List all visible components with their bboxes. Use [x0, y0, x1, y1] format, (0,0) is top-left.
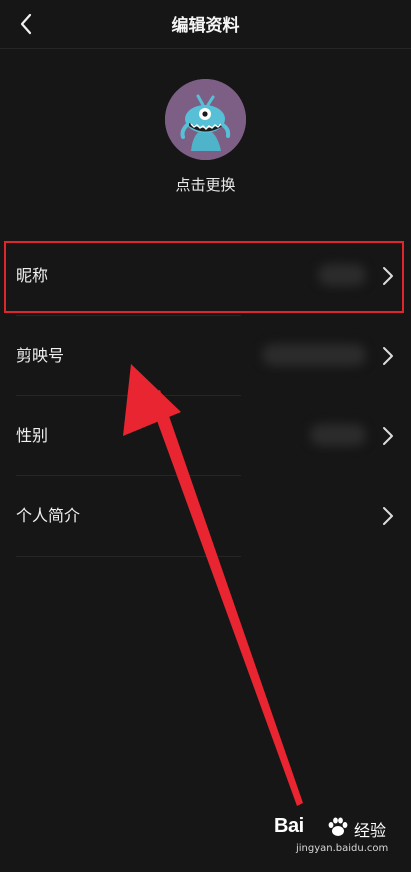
- monster-avatar-image: [165, 79, 246, 160]
- watermark-suffix: 经验: [354, 821, 387, 840]
- row-value-blurred: [262, 344, 366, 366]
- divider: [16, 556, 241, 557]
- chevron-right-icon: [383, 507, 393, 525]
- chevron-right-icon: [383, 347, 393, 365]
- highlight-box: [4, 241, 404, 313]
- row-label: 剪映号: [16, 346, 65, 365]
- row-bio[interactable]: 个人简介: [0, 476, 411, 556]
- row-label: 个人简介: [16, 506, 81, 525]
- avatar: [165, 79, 246, 160]
- paw-icon: [328, 817, 348, 836]
- chevron-right-icon: [383, 427, 393, 445]
- watermark-url: jingyan.baidu.com: [296, 843, 389, 854]
- row-value-blurred: [310, 424, 366, 446]
- watermark: Bai 经验 jingyan.baidu.com: [274, 815, 404, 865]
- page-title: 编辑资料: [171, 16, 240, 36]
- row-label: 性别: [16, 426, 49, 445]
- watermark-brand: Bai: [274, 815, 304, 837]
- header-bar: 编辑资料: [0, 0, 411, 49]
- row-gender[interactable]: 性别: [0, 396, 411, 476]
- row-account-id[interactable]: 剪映号: [0, 316, 411, 396]
- avatar-button[interactable]: [165, 79, 246, 160]
- change-avatar-label[interactable]: 点击更换: [0, 174, 411, 195]
